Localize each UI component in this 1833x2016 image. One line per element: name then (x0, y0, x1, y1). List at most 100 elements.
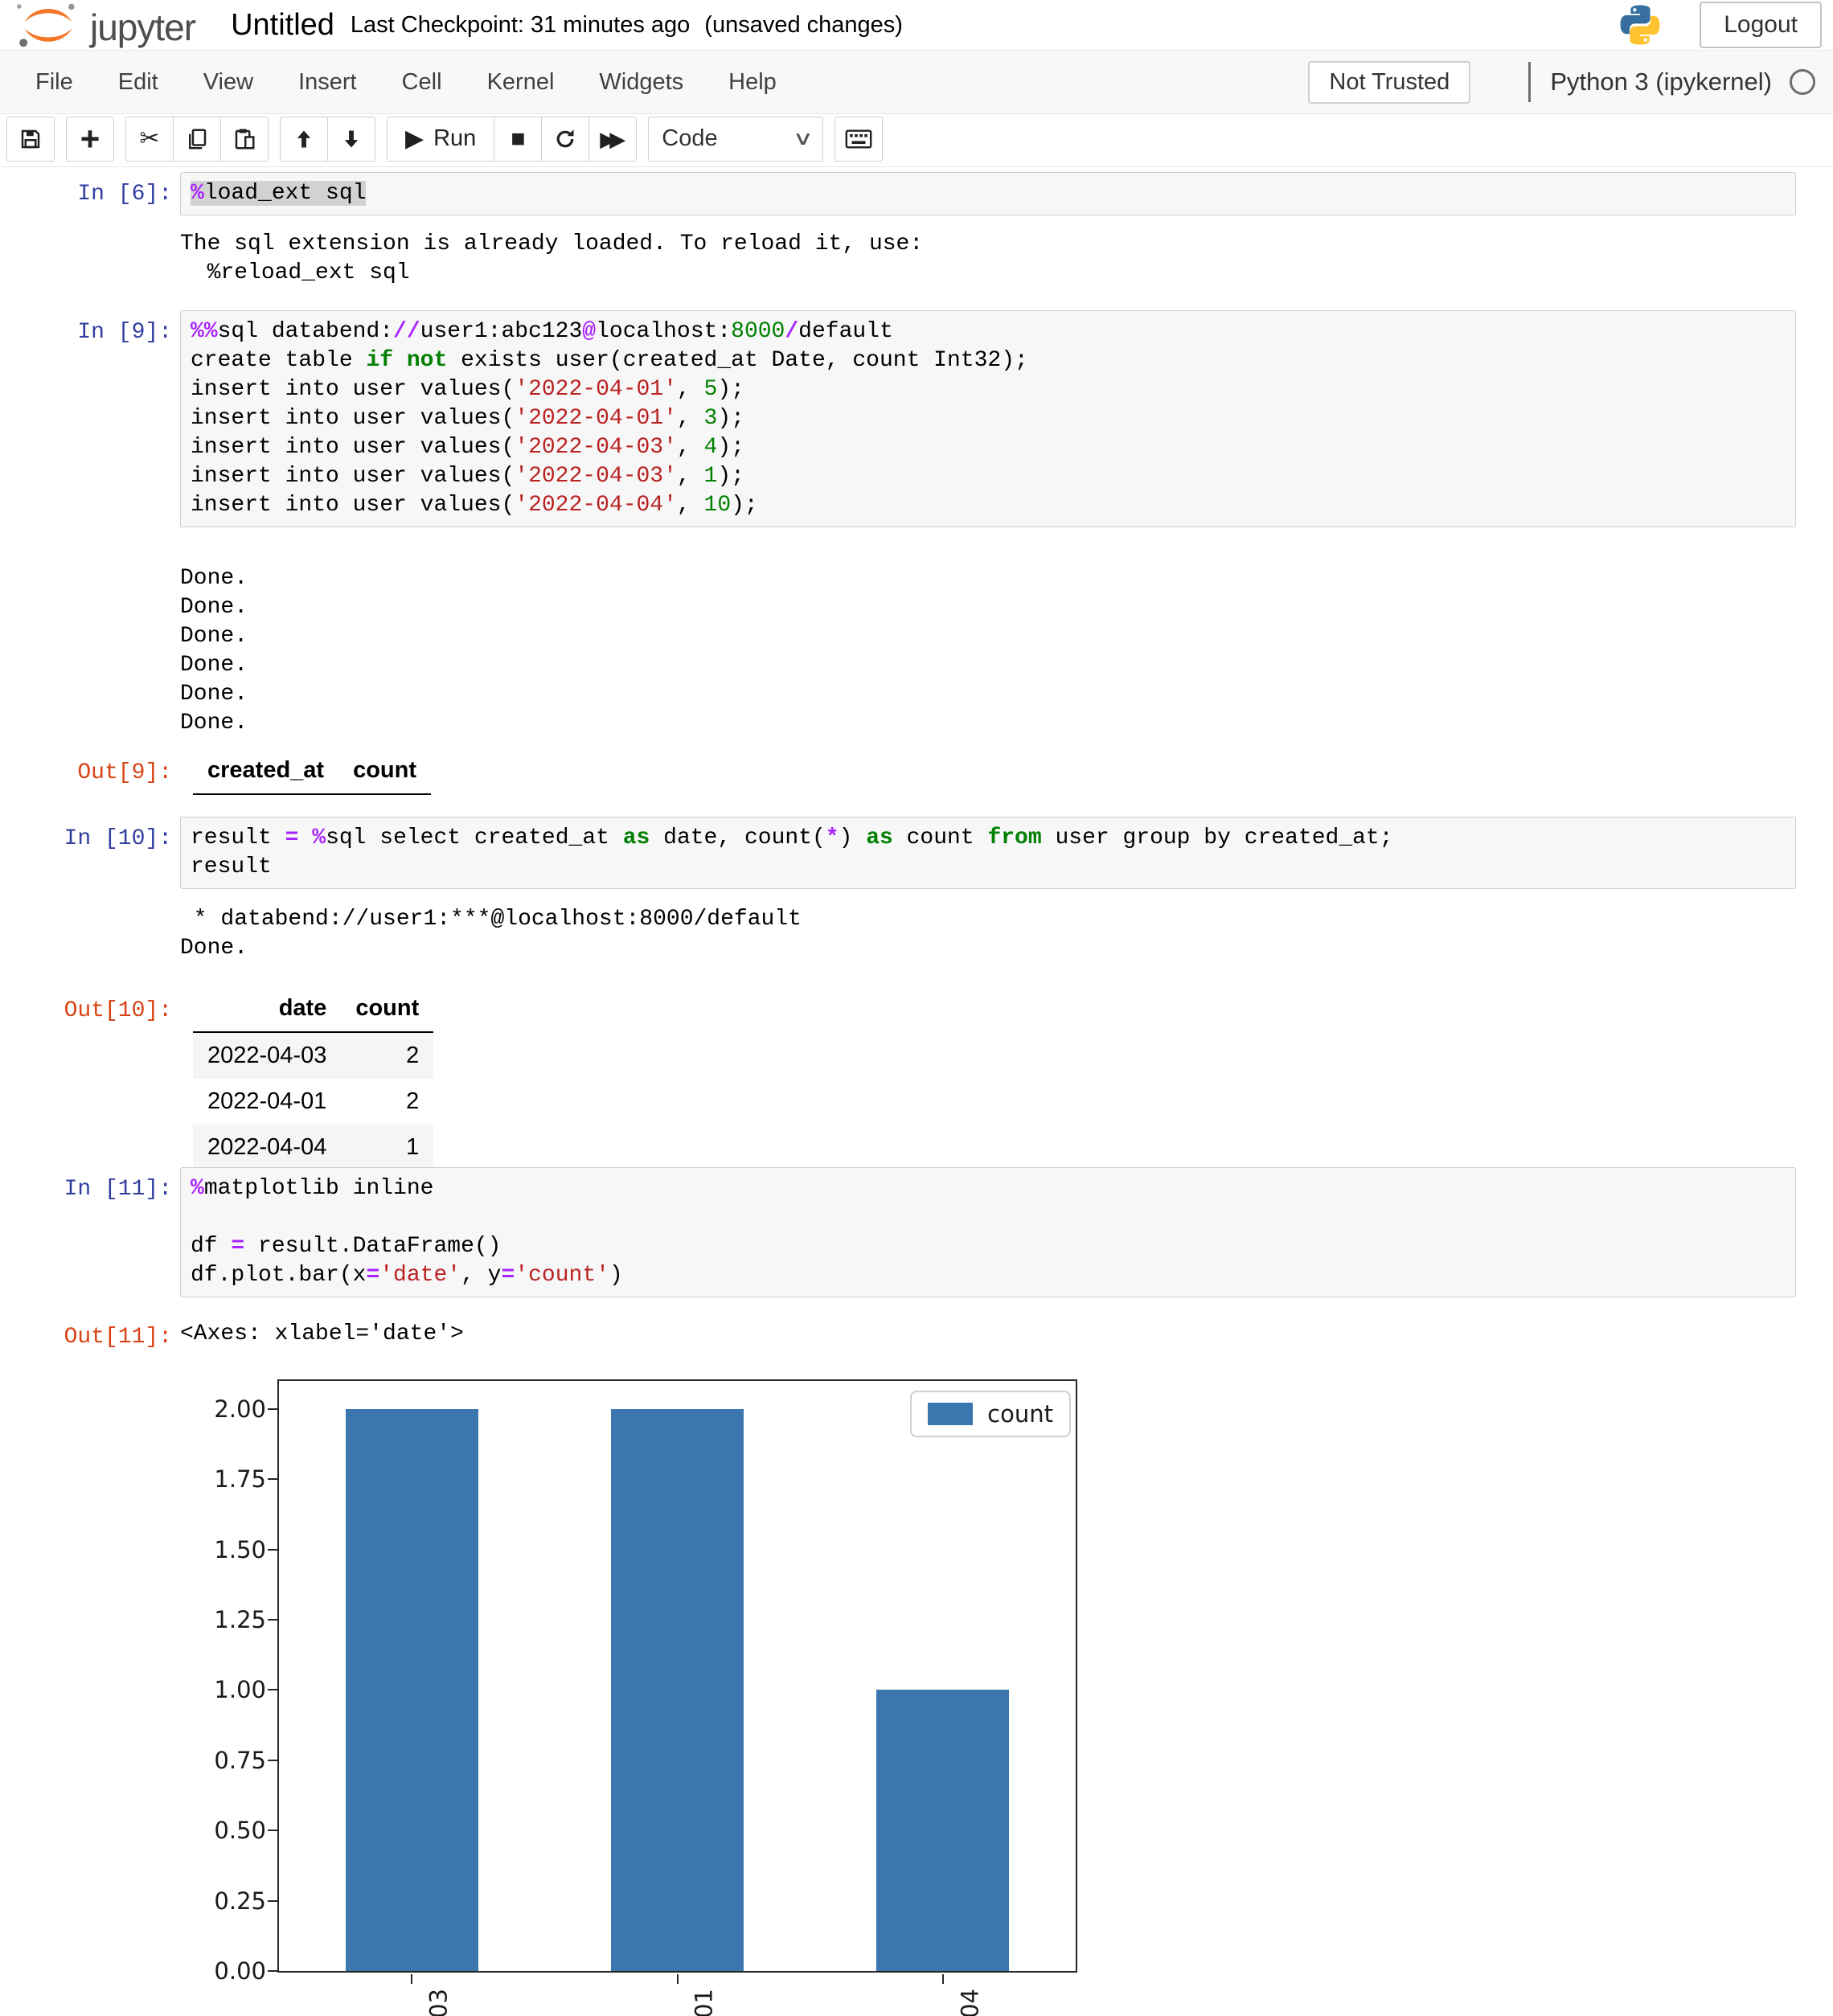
add-cell-button[interactable]: + (66, 117, 114, 162)
code-line: %load_ext sql (191, 179, 1786, 208)
menu-view[interactable]: View (181, 58, 276, 107)
code-input[interactable]: result = %sql select created_at as date,… (180, 817, 1796, 889)
notebook-cell: In [11]:%matplotlib inlinedf = result.Da… (0, 1167, 1833, 2016)
table-cell: 2022-04-04 (193, 1125, 341, 1170)
code-token: , (677, 464, 704, 489)
menu-help[interactable]: Help (706, 58, 799, 107)
menu-insert[interactable]: Insert (276, 58, 379, 107)
code-input[interactable]: %%sql databend://user1:abc123@localhost:… (180, 310, 1796, 527)
code-line: insert into user values('2022-04-03', 4)… (191, 433, 1786, 462)
ytick-mark (268, 1619, 277, 1621)
chart-output-row: 0.000.250.500.751.001.251.501.752.002022… (0, 1352, 1833, 2016)
code-token: ); (731, 493, 758, 518)
restart-refresh-icon (553, 127, 577, 151)
code-token: 10 (704, 493, 732, 518)
move-cell-up-button[interactable] (280, 117, 328, 162)
stream-output-row: The sql extension is already loaded. To … (0, 225, 1833, 288)
menu-file[interactable]: File (13, 58, 96, 107)
code-token: not (407, 348, 447, 373)
cut-cell-button[interactable]: ✂ (125, 117, 174, 162)
text-output-row: Out[11]:<Axes: xlabel='date'> (0, 1315, 1833, 1352)
menu-kernel[interactable]: Kernel (465, 58, 577, 107)
menu-edit[interactable]: Edit (96, 58, 181, 107)
code-token: // (393, 319, 420, 344)
code-token: % (312, 826, 326, 850)
cell-input-row: In [11]:%matplotlib inlinedf = result.Da… (0, 1167, 1833, 1297)
notebook-cell: In [6]:%load_ext sqlThe sql extension is… (0, 172, 1833, 288)
code-line: result = %sql select created_at as date,… (191, 824, 1786, 853)
result-table: datecount2022-04-0322022-04-0122022-04-0… (193, 992, 433, 1170)
save-button[interactable] (6, 117, 55, 162)
code-input[interactable]: %matplotlib inlinedf = result.DataFrame(… (180, 1167, 1796, 1297)
code-line: result (191, 853, 1786, 882)
code-token: 1 (704, 464, 718, 489)
run-button[interactable]: ▶ Run (387, 117, 494, 162)
code-token: load_ext sql (204, 181, 367, 206)
ytick-1.50: 1.50 (209, 1535, 266, 1564)
toolbar: + ✂ ▶ (0, 114, 1833, 167)
code-input[interactable]: %load_ext sql (180, 172, 1796, 215)
code-token: '2022-04-04' (515, 493, 677, 518)
ytick-1.75: 1.75 (209, 1465, 266, 1494)
table-cell: 2 (341, 1032, 433, 1079)
output-text: <Axes: xlabel='date'> (180, 1315, 464, 1349)
bar-2022-04-03 (346, 1409, 478, 1971)
checkpoint-status: Last Checkpoint: 31 minutes ago (351, 12, 690, 39)
cell-type-select[interactable]: Code ∨ (648, 117, 823, 162)
code-token: , (677, 377, 704, 402)
ytick-mark (268, 1549, 277, 1551)
jupyter-logo[interactable]: jupyter (11, 2, 195, 48)
ytick-mark (268, 1689, 277, 1690)
code-token: result.DataFrame() (244, 1234, 501, 1259)
code-token: , y (461, 1263, 501, 1288)
copy-cell-button[interactable] (173, 117, 221, 162)
code-token: '2022-04-01' (515, 406, 677, 431)
notebook-title[interactable]: Untitled (231, 8, 334, 43)
open-command-palette-button[interactable] (834, 117, 883, 162)
code-token: , (677, 435, 704, 460)
code-token: if (366, 348, 393, 373)
run-label: Run (433, 125, 476, 152)
xtick-2022-04-03: 2022-04-03 (425, 1989, 453, 2016)
output-prompt (0, 900, 180, 908)
code-token: 'date' (379, 1263, 461, 1288)
kernel-divider (1528, 62, 1531, 102)
code-token: as (623, 826, 650, 850)
logout-button[interactable]: Logout (1700, 2, 1822, 48)
move-cell-down-button[interactable] (327, 117, 375, 162)
restart-kernel-button[interactable] (541, 117, 589, 162)
table-cell: 2022-04-03 (193, 1032, 341, 1079)
code-token: insert into user values( (191, 377, 515, 402)
interrupt-kernel-button[interactable]: ■ (494, 117, 542, 162)
ytick-0.50: 0.50 (209, 1816, 266, 1845)
code-token: df.plot.bar(x (191, 1263, 366, 1288)
menu-widgets[interactable]: Widgets (576, 58, 706, 107)
stream-output-row: Done. Done. Done. Done. Done. Done. (0, 559, 1833, 738)
not-trusted-button[interactable]: Not Trusted (1308, 61, 1470, 104)
menu-cell[interactable]: Cell (379, 58, 465, 107)
ytick-mark (268, 1900, 277, 1902)
python-logo-icon (1618, 2, 1663, 47)
code-token: 5 (704, 377, 718, 402)
code-token: ); (717, 406, 744, 431)
table-output-row: Out[10]: datecount2022-04-0322022-04-0122… (0, 989, 1833, 1170)
restart-run-all-button[interactable]: ▶▶ (588, 117, 637, 162)
code-token (393, 348, 407, 373)
paste-cell-button[interactable] (220, 117, 269, 162)
output-prompt: Out[10]: (0, 989, 180, 1026)
xtick-2022-04-04: 2022-04-04 (957, 1989, 984, 2016)
chevron-down-icon: ∨ (792, 127, 813, 150)
code-token: = (285, 826, 299, 850)
ytick-mark (268, 1478, 277, 1480)
output-prompt (0, 1352, 180, 1360)
code-token: result (191, 854, 272, 879)
cell-type-value: Code (662, 125, 717, 152)
output-prompt (0, 559, 180, 568)
code-token: ) (609, 1263, 623, 1288)
code-token: as (866, 826, 893, 850)
code-token: user1:abc123 (420, 319, 583, 344)
code-token: sql databend: (218, 319, 393, 344)
code-token: localhost: (596, 319, 731, 344)
keyboard-icon (845, 129, 872, 150)
kernel-idle-indicator-icon (1790, 69, 1815, 95)
